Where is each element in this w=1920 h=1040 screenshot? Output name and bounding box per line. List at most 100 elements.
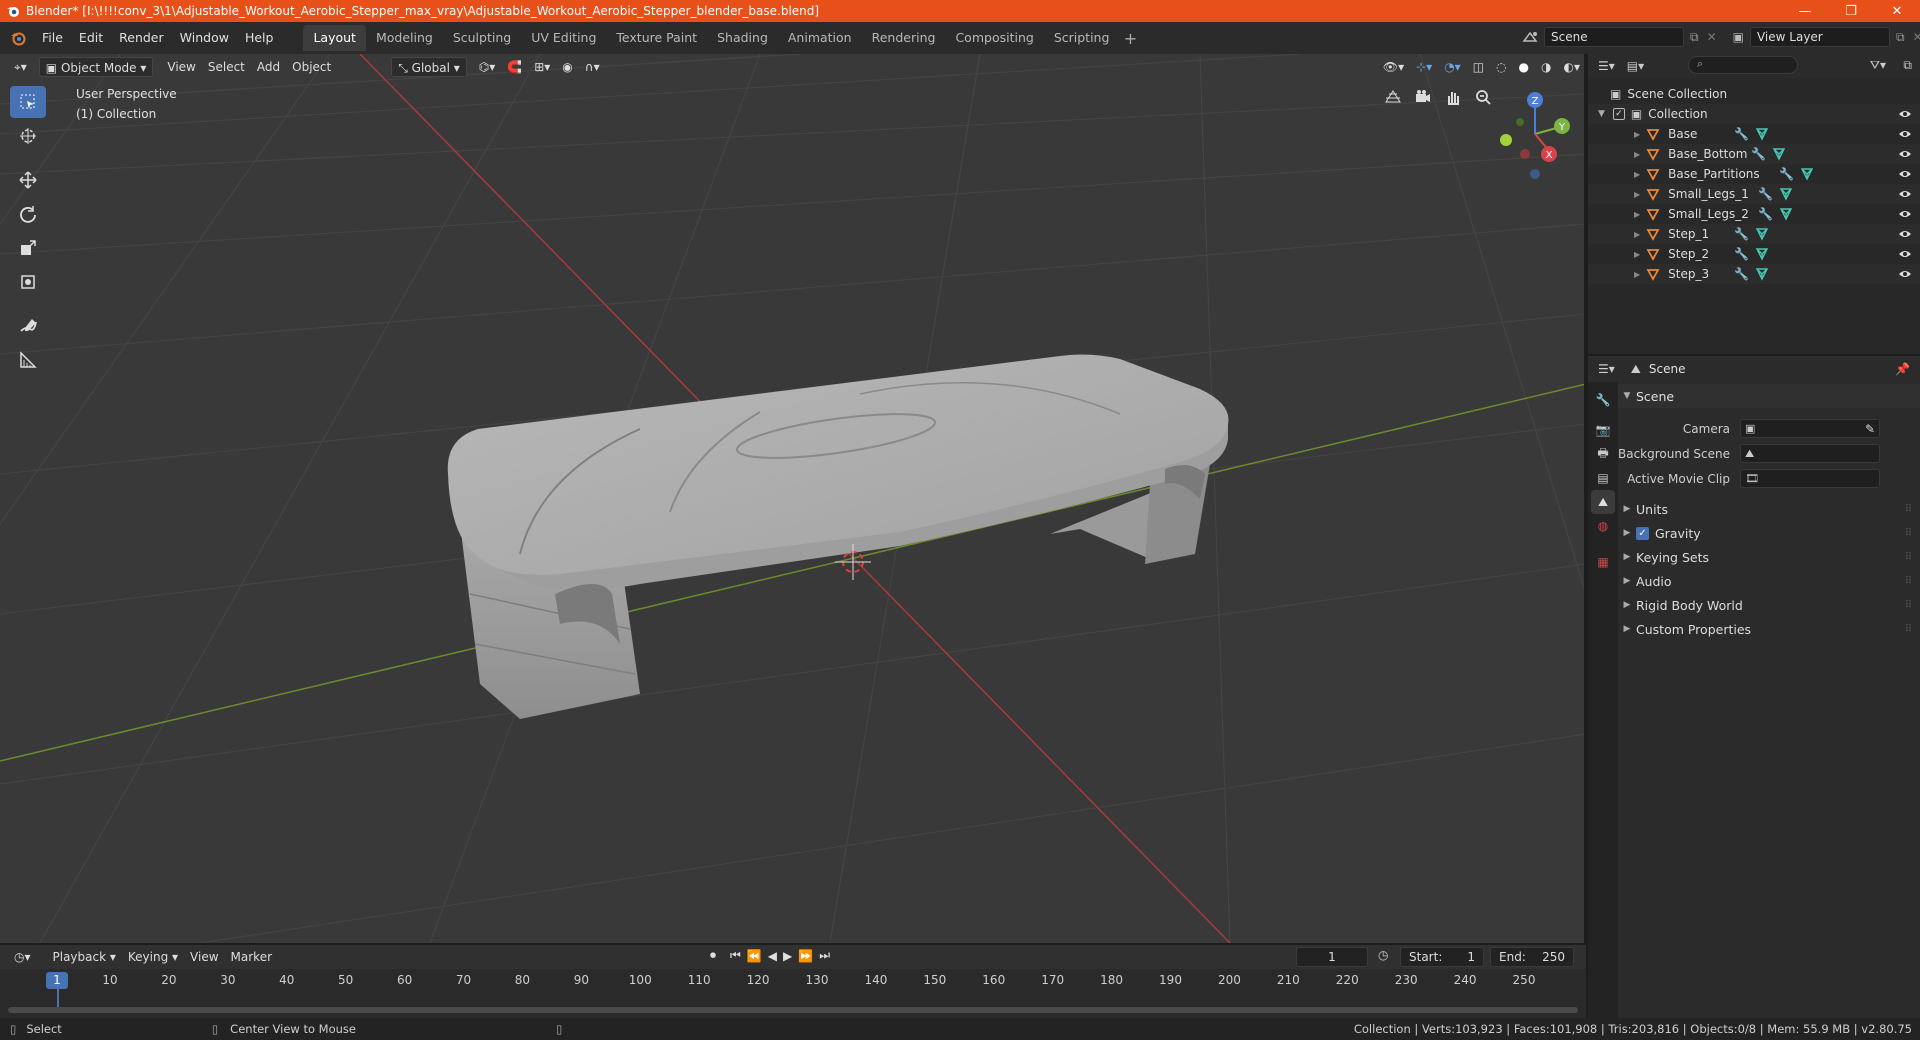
- navigation-gizmo[interactable]: Z Y X: [1490, 84, 1580, 184]
- eye-icon[interactable]: [1898, 267, 1912, 281]
- snap-target-icon[interactable]: ⊞▾: [528, 57, 556, 77]
- subpanel-header[interactable]: ▶ ✓ Gravity ⠿: [1618, 521, 1920, 545]
- tab-animation[interactable]: Animation: [778, 25, 862, 51]
- timeline-menu-marker[interactable]: Marker: [225, 947, 278, 967]
- object-expand-icon[interactable]: ▶: [1634, 230, 1640, 239]
- menu-help[interactable]: Help: [237, 26, 282, 50]
- outliner-object[interactable]: ▶ Base 🔧: [1588, 124, 1920, 144]
- object-expand-icon[interactable]: ▶: [1634, 250, 1640, 259]
- eye-icon[interactable]: [1898, 247, 1912, 261]
- close-button[interactable]: ✕: [1874, 0, 1920, 22]
- tab-uv-editing[interactable]: UV Editing: [521, 25, 606, 51]
- snap-icon[interactable]: 🧲: [501, 57, 528, 77]
- minimize-button[interactable]: —: [1782, 0, 1828, 22]
- add-workspace-button[interactable]: +: [1119, 29, 1141, 48]
- new-view-layer-icon[interactable]: ⧉: [1896, 30, 1905, 45]
- subpanel-header[interactable]: ▶ Units ⠿: [1618, 497, 1920, 521]
- blender-menu-icon[interactable]: [8, 28, 28, 48]
- shading-solid-icon[interactable]: ●: [1513, 57, 1535, 77]
- mesh-data-icon[interactable]: [1755, 247, 1769, 261]
- output-tab-icon[interactable]: 🖶: [1591, 442, 1615, 466]
- timeline-menu-view[interactable]: View: [184, 947, 224, 967]
- prev-keyframe-icon[interactable]: ⏪: [747, 949, 762, 963]
- viewport-menu-add[interactable]: Add: [251, 57, 286, 77]
- cursor-tool[interactable]: [10, 120, 46, 152]
- timeline-ruler[interactable]: 1 10 20 30 40 50 60 70 80 90 100 110 120 130 140 150 16…: [0, 971, 1586, 991]
- scene-panel-header[interactable]: ▼ Scene: [1618, 384, 1920, 408]
- modifier-wrench-icon[interactable]: 🔧: [1734, 127, 1749, 141]
- drag-handle-icon[interactable]: ⠿: [1905, 624, 1912, 635]
- use-preview-range-icon[interactable]: ◷: [1378, 948, 1388, 962]
- tab-layout[interactable]: Layout: [303, 25, 366, 51]
- timeline-scrollbar[interactable]: [8, 1007, 1578, 1013]
- outliner-object[interactable]: ▶ Base_Partitions 🔧: [1588, 164, 1920, 184]
- select-box-tool[interactable]: [10, 86, 46, 118]
- viewport-menu-select[interactable]: Select: [202, 57, 251, 77]
- tab-scripting[interactable]: Scripting: [1044, 25, 1120, 51]
- shading-wireframe-icon[interactable]: ◌: [1490, 57, 1512, 77]
- property-field[interactable]: 🎞: [1740, 469, 1880, 488]
- record-icon[interactable]: ⏺: [710, 948, 716, 963]
- modifier-wrench-icon[interactable]: 🔧: [1758, 187, 1773, 201]
- menu-file[interactable]: File: [34, 26, 71, 50]
- new-collection-icon[interactable]: ⧉: [1903, 58, 1912, 73]
- timeline-menu-keying[interactable]: Keying ▾: [122, 947, 184, 967]
- property-field[interactable]: ⛰: [1740, 444, 1880, 463]
- drag-handle-icon[interactable]: ⠿: [1905, 528, 1912, 539]
- modifier-wrench-icon[interactable]: 🔧: [1758, 207, 1773, 221]
- drag-handle-icon[interactable]: ⠿: [1905, 576, 1912, 587]
- tab-texture-paint[interactable]: Texture Paint: [606, 25, 707, 51]
- proportional-edit-icon[interactable]: ◉: [556, 57, 578, 77]
- drag-handle-icon[interactable]: ⠿: [1905, 552, 1912, 563]
- menu-edit[interactable]: Edit: [71, 26, 111, 50]
- shading-rendered-icon[interactable]: ◐▾: [1558, 57, 1585, 77]
- eye-icon[interactable]: [1898, 167, 1912, 181]
- new-scene-icon[interactable]: ⧉: [1690, 30, 1699, 45]
- object-expand-icon[interactable]: ▶: [1634, 190, 1640, 199]
- delete-view-layer-icon[interactable]: ✕: [1913, 30, 1920, 44]
- eye-icon[interactable]: [1898, 107, 1912, 121]
- tab-sculpting[interactable]: Sculpting: [443, 25, 521, 51]
- mesh-data-icon[interactable]: [1779, 187, 1793, 201]
- measure-tool[interactable]: [10, 344, 46, 376]
- property-field[interactable]: ▣ ✎: [1740, 419, 1880, 438]
- mesh-data-icon[interactable]: [1755, 267, 1769, 281]
- delete-scene-icon[interactable]: ✕: [1707, 30, 1717, 44]
- mesh-data-icon[interactable]: [1755, 127, 1769, 141]
- current-frame-field[interactable]: 1: [1296, 947, 1368, 967]
- drag-handle-icon[interactable]: ⠿: [1905, 504, 1912, 515]
- jump-end-icon[interactable]: ⏭: [819, 948, 830, 963]
- playhead-frame[interactable]: 1: [46, 972, 68, 989]
- modifier-wrench-icon[interactable]: 🔧: [1734, 247, 1749, 261]
- annotate-tool[interactable]: [10, 310, 46, 342]
- collection-checkbox[interactable]: ✓: [1612, 108, 1625, 120]
- editor-type-icon[interactable]: ⌖▾: [8, 57, 33, 77]
- tab-shading[interactable]: Shading: [707, 25, 778, 51]
- world-tab-icon[interactable]: ◍: [1591, 514, 1615, 538]
- start-frame-field[interactable]: Start: 1: [1400, 947, 1484, 967]
- eye-icon[interactable]: [1898, 127, 1912, 141]
- overlay-toggle-icon[interactable]: ◔▾: [1438, 57, 1467, 77]
- outliner-object[interactable]: ▶ Base_Bottom 🔧: [1588, 144, 1920, 164]
- menu-render[interactable]: Render: [111, 26, 172, 50]
- object-expand-icon[interactable]: ▶: [1634, 270, 1640, 279]
- play-reverse-icon[interactable]: ◀: [768, 949, 777, 963]
- viewport-menu-view[interactable]: View: [161, 57, 201, 77]
- drag-handle-icon[interactable]: ⠿: [1905, 600, 1912, 611]
- rotate-tool[interactable]: [10, 198, 46, 230]
- transform-tool[interactable]: [10, 266, 46, 298]
- outliner-object[interactable]: ▶ Small_Legs_1 🔧: [1588, 184, 1920, 204]
- eye-icon[interactable]: [1898, 227, 1912, 241]
- move-tool[interactable]: [10, 164, 46, 196]
- transform-orientation-selector[interactable]: ⤡ Global ▾: [391, 57, 467, 77]
- mesh-data-icon[interactable]: [1800, 167, 1814, 181]
- next-keyframe-icon[interactable]: ⏩: [798, 949, 813, 963]
- falloff-icon[interactable]: ∩▾: [579, 57, 606, 77]
- texture-tab-icon[interactable]: ▦: [1591, 550, 1615, 574]
- collection-expand-icon[interactable]: ▼: [1598, 109, 1605, 119]
- subpanel-header[interactable]: ▶ Rigid Body World ⠿: [1618, 593, 1920, 617]
- xray-icon[interactable]: ◫: [1467, 57, 1490, 77]
- view-layer-icon[interactable]: ▣: [1733, 30, 1744, 44]
- gravity-checkbox[interactable]: ✓: [1636, 526, 1649, 540]
- mode-selector[interactable]: ▣ Object Mode ▾: [38, 57, 154, 77]
